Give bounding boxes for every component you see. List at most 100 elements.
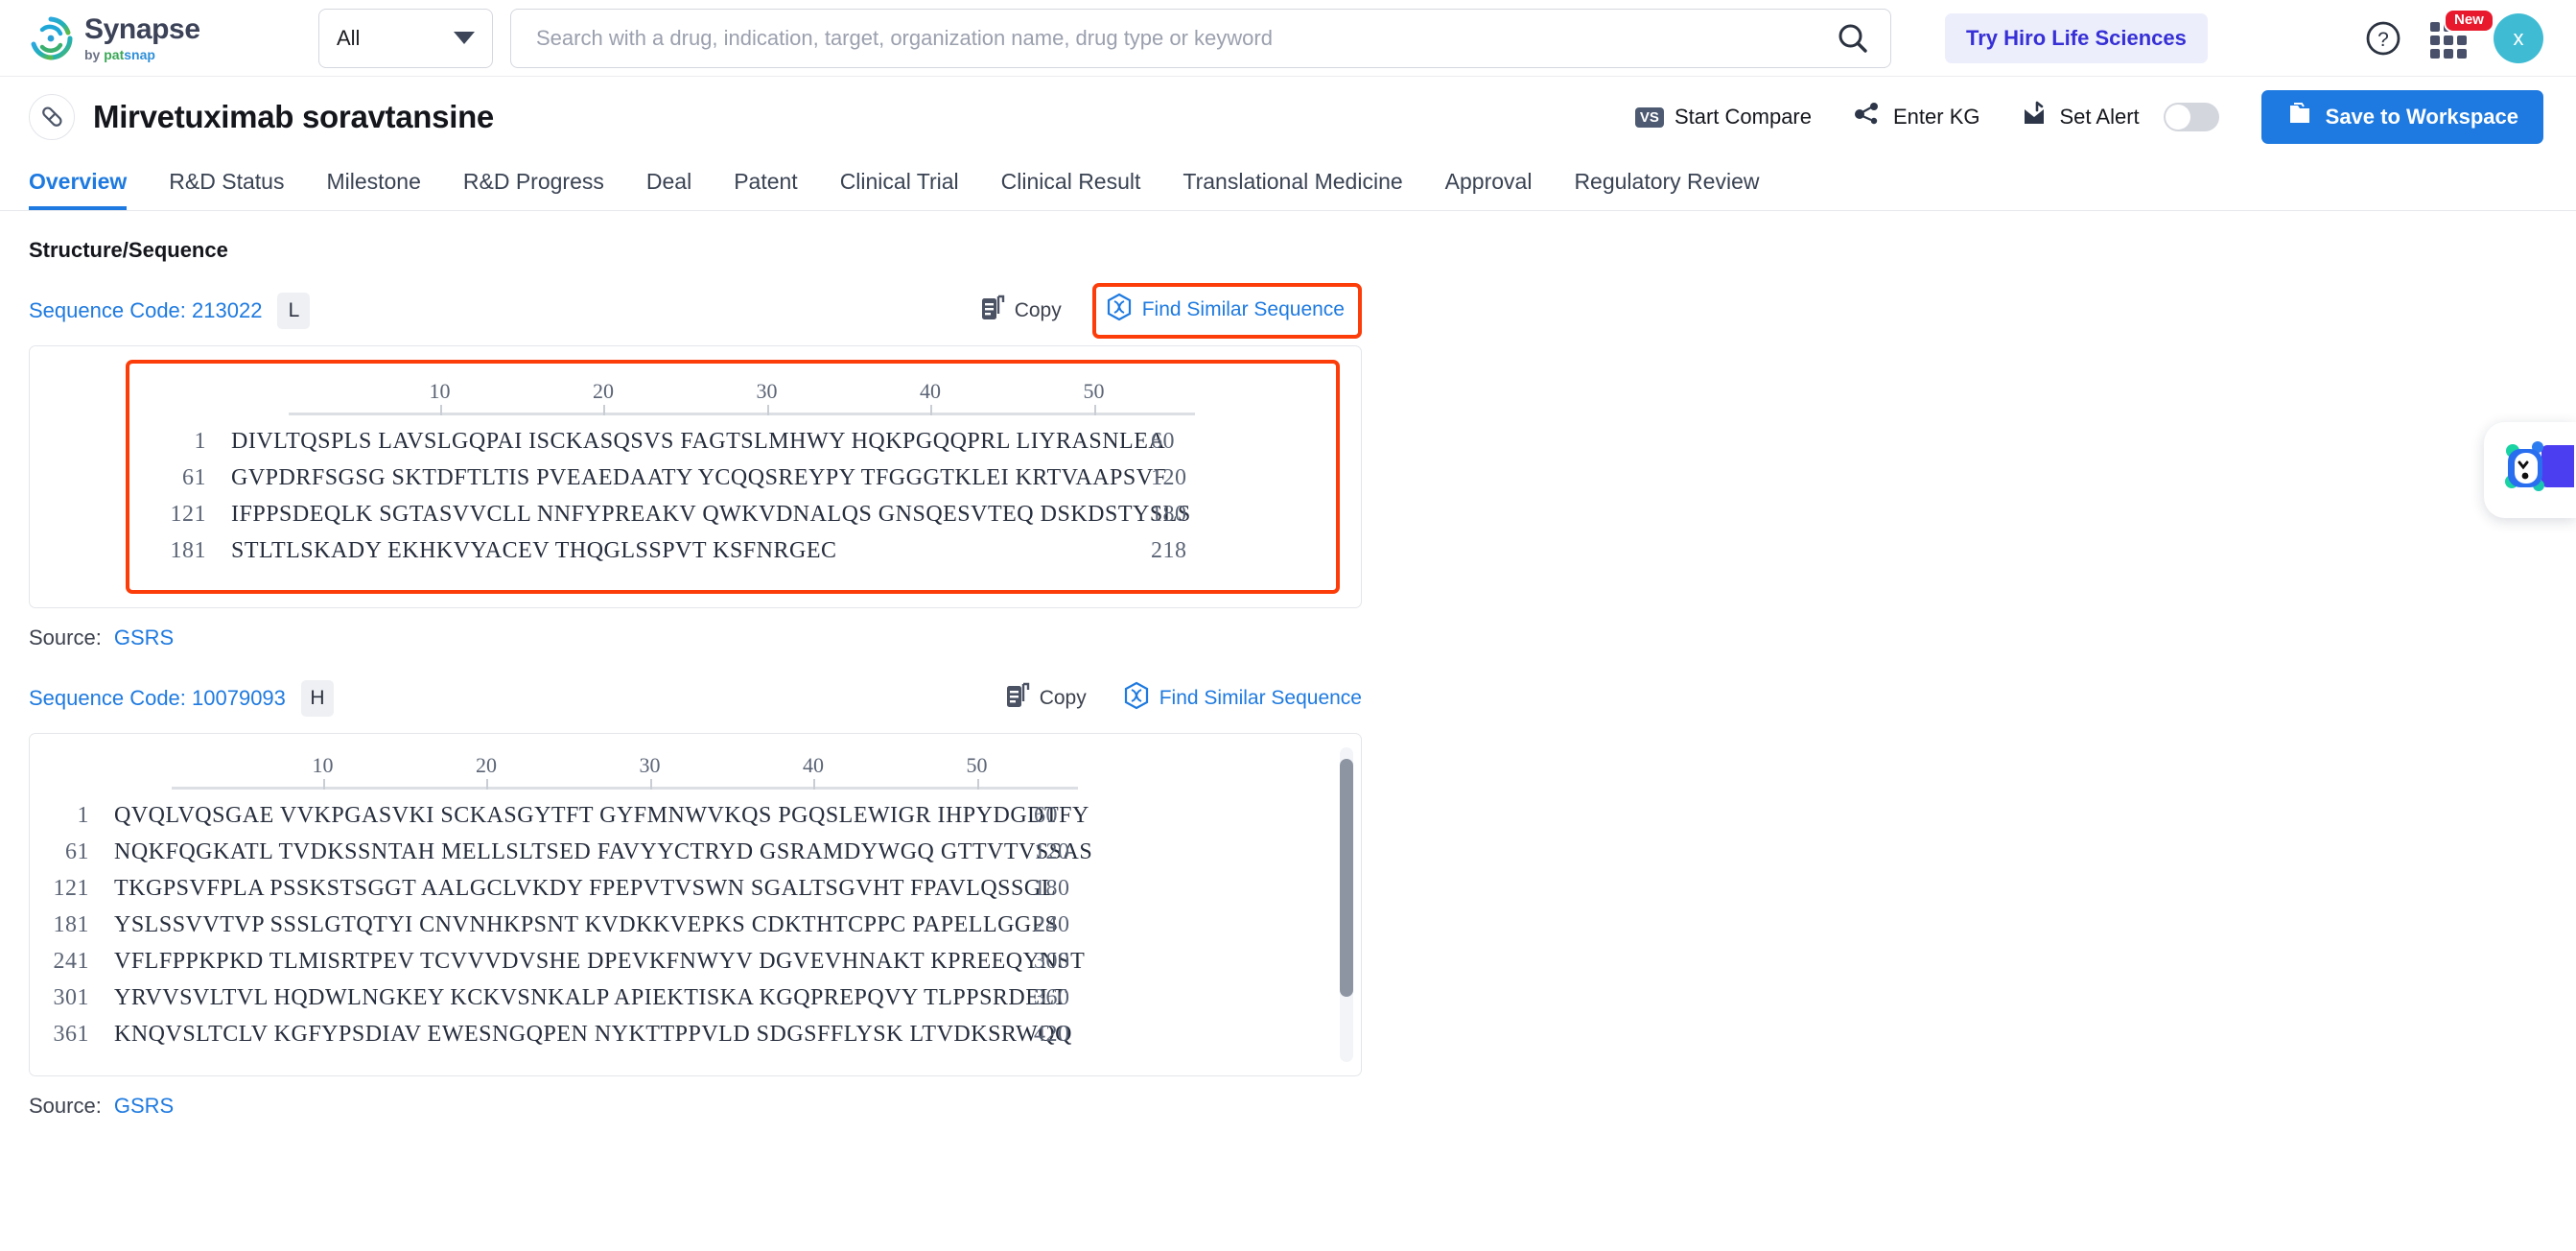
residue-start-index: 181 (53, 911, 89, 937)
tab-r-d-status[interactable]: R&D Status (169, 169, 284, 210)
start-compare-button[interactable]: VS Start Compare (1634, 105, 1812, 130)
tab-milestone[interactable]: Milestone (326, 169, 420, 210)
sequence-viewer-content: 10 20 30 40 50 1 QVQLVQSGAE VVKPGASVKI SCKASGY… (30, 734, 1361, 1072)
save-to-workspace-button[interactable]: Save to Workspace (2260, 90, 2543, 144)
tab-deal[interactable]: Deal (646, 169, 691, 210)
synapse-logo-icon (29, 16, 73, 60)
sequence-row: 301 YRVVSVLTVL HQDWLNGKEY KCKVSNKALP APIE… (30, 980, 1361, 1016)
residue-end-index: 240 (1034, 911, 1070, 937)
sequence-ruler: 10 20 30 40 50 (172, 753, 1078, 797)
source-label: Source: (29, 626, 102, 649)
copy-label: Copy (1014, 299, 1062, 321)
residue-end-index: 180 (1151, 501, 1187, 527)
find-similar-sequence-highlight: Find Similar Sequence (1091, 283, 1362, 339)
search-scope-select[interactable]: All (318, 8, 493, 68)
ruler-tick-label: 50 (966, 753, 988, 777)
tab-clinical-trial[interactable]: Clinical Trial (840, 169, 959, 210)
user-avatar[interactable]: x (2494, 12, 2543, 63)
residue-start-index: 1 (77, 802, 89, 828)
tab-r-d-progress[interactable]: R&D Progress (463, 169, 604, 210)
residue-start-index: 121 (170, 501, 206, 527)
sequence-scrollbar-track[interactable] (1340, 747, 1353, 1062)
knowledge-graph-icon (1852, 101, 1883, 133)
hiro-button-label: Try Hiro Life Sciences (1966, 25, 2187, 50)
residue-blocks: YSLSSVVTVP SSSLGTQTYI CNVNHKPSNT KVDKKVE… (114, 911, 1059, 937)
ruler-tick-label: 20 (593, 379, 614, 403)
copy-icon (1005, 682, 1030, 715)
ruler-tick-label: 50 (1083, 379, 1105, 403)
set-alert-control[interactable]: Set Alert (2020, 101, 2219, 133)
brand-logo[interactable]: Synapse by patsnap (29, 12, 276, 62)
search-input[interactable] (534, 24, 1827, 52)
source-label: Source: (29, 1094, 102, 1118)
residue-blocks: VFLFPPKPKD TLMISRTPEV TCVVVDVSHE DPEVKFN… (114, 948, 1086, 974)
find-similar-sequence-icon (1106, 293, 1133, 327)
residue-end-index: 60 (1151, 428, 1175, 454)
search-icon[interactable] (1827, 12, 1879, 64)
set-alert-toggle[interactable] (2163, 103, 2219, 131)
page-title: Mirvetuximab soravtansine (93, 99, 494, 134)
drug-action-bar: VS Start Compare Enter KG Set Alert Save… (1595, 90, 2543, 144)
residue-start-index: 181 (170, 537, 206, 563)
residue-start-index: 241 (53, 948, 89, 974)
residue-end-index: 420 (1034, 1021, 1070, 1047)
brand-name: Synapse (84, 12, 200, 45)
global-search-bar[interactable] (510, 8, 1891, 68)
chain-type-badge: L (277, 293, 311, 329)
help-icon[interactable]: ? (2363, 18, 2403, 59)
try-hiro-life-sciences-button[interactable]: Try Hiro Life Sciences (1945, 12, 2208, 63)
sequence-header: Sequence Code: 213022 L Copy Find Similar S… (29, 283, 1362, 339)
residue-end-index: 218 (1151, 537, 1187, 563)
tab-approval[interactable]: Approval (1445, 169, 1533, 210)
tab-translational-medicine[interactable]: Translational Medicine (1183, 169, 1402, 210)
assistant-robot-icon (2499, 437, 2576, 504)
enter-kg-button[interactable]: Enter KG (1852, 101, 1979, 133)
residue-end-index: 120 (1034, 838, 1070, 864)
sequence-code-link[interactable]: Sequence Code: 10079093 (29, 686, 286, 711)
copy-sequence-button[interactable]: Copy (1005, 682, 1087, 715)
search-scope-value: All (337, 25, 361, 50)
sequence-scrollbar-thumb[interactable] (1340, 759, 1353, 997)
set-alert-label: Set Alert (2059, 105, 2140, 129)
alert-bell-icon (2020, 101, 2049, 133)
vs-badge-icon: VS (1634, 106, 1664, 128)
ruler-tick-label: 40 (920, 379, 941, 403)
residue-blocks: STLTLSKADY EKHKVYACEV THQGLSSPVT KSFNRGE… (231, 537, 837, 563)
chain-type-badge: H (300, 680, 334, 717)
sequence-row: 1 DIVLTQSPLS LAVSLGQPAI ISCKASQSVS FAGTSL… (147, 423, 1336, 460)
residue-blocks: TKGPSVFPLA PSSKSTSGGT AALGCLVKDY FPEPVTV… (114, 875, 1056, 901)
find-similar-sequence-label: Find Similar Sequence (1141, 298, 1345, 320)
residue-blocks: NQKFQGKATL TVDKSSNTAH MELLSLTSED FAVYYCT… (114, 838, 1093, 864)
find-similar-sequence-button[interactable]: Find Similar Sequence (1106, 293, 1345, 327)
sequence-ruler: 10 20 30 40 50 (289, 379, 1195, 423)
main-content: Structure/Sequence Sequence Code: 213022… (0, 238, 2576, 1119)
copy-icon (980, 295, 1005, 327)
brand-tagline: by patsnap (84, 46, 155, 62)
tab-patent[interactable]: Patent (734, 169, 798, 210)
assistant-widget[interactable] (2484, 422, 2576, 518)
sequence-code-link[interactable]: Sequence Code: 213022 (29, 298, 262, 323)
residue-blocks: GVPDRFSGSG SKTDFTLTIS PVEAEDAATY YCQQSRE… (231, 464, 1167, 490)
sequence-block: Sequence Code: 10079093 H Copy Find Similar… (29, 679, 2547, 1119)
residue-start-index: 1 (194, 428, 206, 454)
folder-icon (2286, 102, 2313, 132)
find-similar-sequence-button[interactable]: Find Similar Sequence (1123, 681, 1362, 716)
source-link[interactable]: GSRS (114, 626, 174, 650)
tab-regulatory-review[interactable]: Regulatory Review (1574, 169, 1759, 210)
residue-end-index: 60 (1034, 802, 1058, 828)
source-link[interactable]: GSRS (114, 1094, 174, 1119)
chevron-down-icon (454, 32, 475, 44)
sequence-source: Source: GSRS (29, 1094, 2547, 1119)
residue-start-index: 61 (182, 464, 206, 490)
tab-clinical-result[interactable]: Clinical Result (1001, 169, 1141, 210)
residue-blocks: YRVVSVLTVL HQDWLNGKEY KCKVSNKALP APIEKTI… (114, 984, 1067, 1010)
sequence-header: Sequence Code: 10079093 H Copy Find Similar… (29, 679, 1362, 718)
residue-end-index: 180 (1034, 875, 1070, 901)
sequence-row: 361 KNQVSLTCLV KGFYPSDIAV EWESNGQPEN NYKT… (30, 1016, 1361, 1052)
copy-sequence-button[interactable]: Copy (980, 295, 1062, 327)
apps-grid-icon[interactable]: New (2430, 8, 2494, 59)
tab-overview[interactable]: Overview (29, 169, 128, 210)
ruler-tick-label: 10 (312, 753, 334, 777)
sequence-viewer-panel: 10 20 30 40 50 1 QVQLVQSGAE VVKPGASVKI SCKASGY… (29, 733, 1362, 1076)
sequence-row: 61 NQKFQGKATL TVDKSSNTAH MELLSLTSED FAVYY… (30, 834, 1361, 870)
